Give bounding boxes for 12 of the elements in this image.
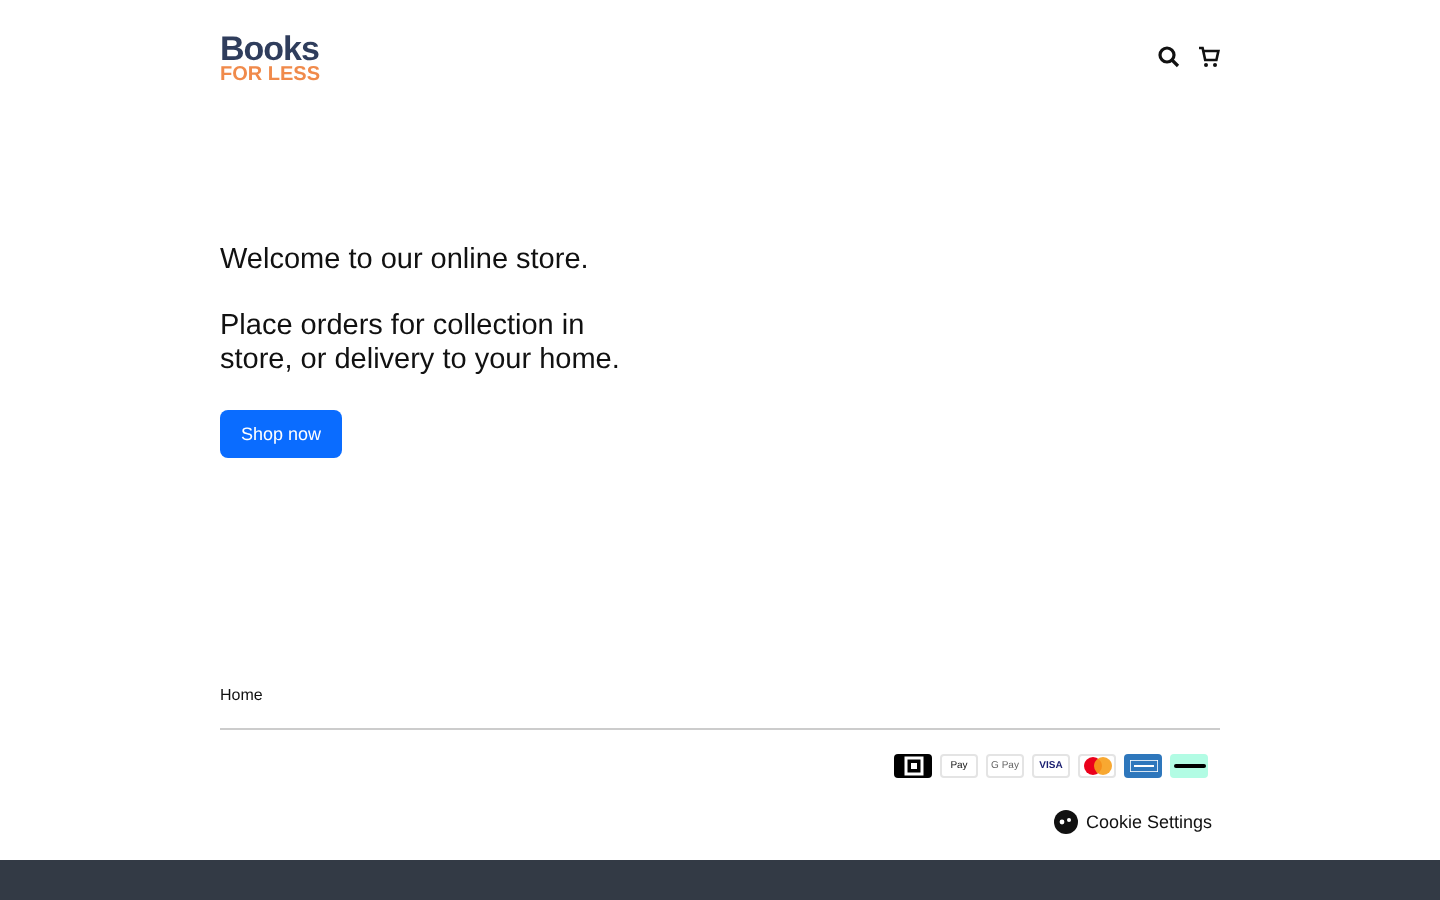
shop-now-button[interactable]: Shop now <box>220 410 342 458</box>
hero-text: Place orders for collection in store, or delivery to your home. <box>220 310 622 378</box>
cart-icon[interactable] <box>1198 46 1220 68</box>
footer-link[interactable]: Home <box>220 686 263 704</box>
mastercard-icon <box>1078 754 1116 778</box>
cookie-icon <box>1053 810 1078 834</box>
cookie-settings-button[interactable]: Cookie Settings <box>1053 810 1220 834</box>
square-card-icon <box>894 754 932 778</box>
search-icon[interactable] <box>1158 46 1180 68</box>
amex-card-icon <box>1124 754 1162 778</box>
store-logo[interactable]: Books FOR LESS <box>220 32 321 86</box>
hero-text: Welcome to our online store. <box>220 244 591 278</box>
